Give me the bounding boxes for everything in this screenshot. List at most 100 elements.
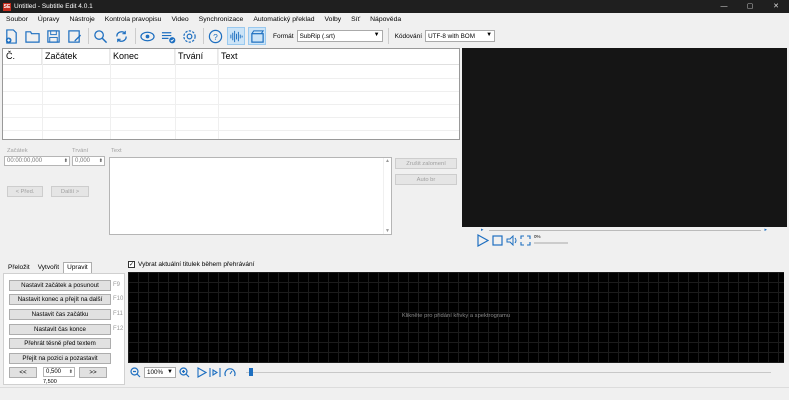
subtitle-text-input[interactable]: ▲ ▼ (109, 157, 392, 235)
spell-check-icon[interactable] (159, 27, 177, 45)
seek-amount-value: 0,500 (46, 369, 62, 375)
set-end-and-go-next-button[interactable]: Nastavit konec a přejít na další (9, 294, 111, 305)
menu-synchronizace[interactable]: Synchronizace (199, 16, 244, 23)
next-button[interactable]: Další > (51, 186, 89, 197)
save-icon[interactable] (44, 27, 62, 45)
menu-video[interactable]: Video (171, 16, 188, 23)
toolbar: ? Formát SubRip (.srt) ▼ Kódování UTF-8 w… (0, 26, 789, 46)
menu-upravy[interactable]: Úpravy (38, 16, 60, 23)
play-before-text-button[interactable]: Přehrát těsně před textem (9, 338, 111, 349)
set-start-time-button[interactable]: Nastavit čas začátku (9, 309, 111, 320)
subtitle-editor: Začátek Trvání Text 00:00:00,000 ⬍ 0,000 ⬍… (2, 146, 460, 251)
unbreak-button[interactable]: Zrušit zalomení (395, 158, 457, 169)
save-as-icon[interactable] (65, 27, 83, 45)
play-icon[interactable] (476, 234, 489, 247)
prev-button[interactable]: < Před. (7, 186, 43, 197)
shortcut-f9: F9 (113, 282, 121, 288)
zoom-in-icon[interactable] (179, 367, 190, 378)
video-seekbar[interactable]: ▸ ▸ (481, 227, 767, 233)
grid-header: Č. Začátek Konec Trvání Text (3, 49, 459, 65)
column-end[interactable]: Konec (110, 49, 175, 64)
set-start-and-offset-button[interactable]: Nastavit začátek a posunout (9, 280, 111, 291)
column-duration[interactable]: Trvání (175, 49, 218, 64)
video-toggle-icon[interactable] (248, 27, 266, 45)
position-thumb[interactable] (249, 368, 253, 376)
auto-break-button[interactable]: Auto br (395, 174, 457, 185)
seek-back-button[interactable]: << (9, 367, 37, 378)
open-folder-icon[interactable] (23, 27, 41, 45)
column-text[interactable]: Text (218, 49, 459, 64)
menu-soubor[interactable]: Soubor (6, 16, 28, 23)
menu-sit[interactable]: Síť (351, 16, 360, 23)
seek-second-value[interactable]: 7,500 (43, 379, 57, 385)
spinner-arrows-icon[interactable]: ⬍ (99, 157, 103, 166)
player-controls: 0% (476, 234, 568, 247)
settings-gear-icon[interactable] (180, 27, 198, 45)
encoding-dropdown[interactable]: UTF-8 with BOM ▼ (425, 30, 496, 42)
waveform-area[interactable]: Klikněte pro přidání křivky a spektrogra… (128, 272, 784, 363)
duration-value: 0,000 (75, 158, 91, 164)
replace-icon[interactable] (112, 27, 130, 45)
stop-icon[interactable] (492, 235, 503, 246)
menu-napoveda[interactable]: Nápověda (370, 16, 401, 23)
play-selection-icon[interactable] (209, 367, 221, 378)
seek-amount-input[interactable]: 0,500 ⬍ (43, 367, 75, 377)
chevron-down-icon: ▼ (373, 32, 380, 38)
waveform-hint: Klikněte pro přidání křivky a spektrogra… (401, 313, 511, 319)
tab-create[interactable]: Vytvořit (34, 262, 63, 273)
spinner-arrows-icon[interactable]: ⬍ (69, 368, 73, 377)
zoom-out-icon[interactable] (130, 367, 141, 378)
minimize-button[interactable]: — (711, 0, 737, 13)
new-file-icon[interactable] (2, 27, 20, 45)
seek-forward-button[interactable]: >> (79, 367, 107, 378)
video-player[interactable] (462, 48, 787, 227)
playback-speed-icon[interactable] (224, 367, 236, 378)
zoom-dropdown[interactable]: 100% ▼ (144, 367, 176, 378)
menu-volby[interactable]: Volby (325, 16, 342, 23)
volume-track (534, 241, 568, 244)
chevron-down-icon: ▼ (167, 369, 173, 375)
menu-kontrola-pravopisu[interactable]: Kontrola pravopisu (105, 16, 162, 23)
go-to-position-pause-button[interactable]: Přejít na pozici a pozastavit (9, 353, 111, 364)
volume-slider[interactable]: 0% (534, 234, 568, 246)
menu-bar: Soubor Úpravy Nástroje Kontrola pravopis… (0, 13, 789, 26)
duration-input[interactable]: 0,000 ⬍ (72, 156, 105, 166)
format-value: SubRip (.srt) (299, 32, 335, 40)
set-end-time-button[interactable]: Nastavit čas konce (9, 324, 111, 335)
start-time-input[interactable]: 00:00:00,000 ⬍ (4, 156, 70, 166)
start-label: Začátek (7, 148, 28, 154)
text-label: Text (111, 148, 122, 154)
play-icon[interactable] (196, 367, 207, 378)
scroll-down-icon[interactable]: ▼ (385, 228, 390, 234)
column-start[interactable]: Začátek (42, 49, 110, 64)
waveform-toggle-icon[interactable] (227, 27, 245, 45)
select-current-checkbox[interactable]: ✓ Vybrat aktuální titulek během přehrává… (128, 261, 254, 268)
subtitle-grid[interactable]: Č. Začátek Konec Trvání Text (2, 48, 460, 140)
column-number[interactable]: Č. (3, 49, 42, 64)
maximize-button[interactable]: ▢ (737, 0, 763, 13)
volume-icon[interactable] (506, 235, 518, 246)
status-bar (0, 387, 789, 400)
visual-sync-icon[interactable] (138, 27, 156, 45)
scroll-up-icon[interactable]: ▲ (385, 158, 390, 164)
tab-adjust[interactable]: Upravit (63, 262, 92, 273)
search-icon[interactable] (91, 27, 109, 45)
seek-end-marker: ▸ (764, 227, 767, 233)
menu-automaticky-preklad[interactable]: Automatický překlad (253, 16, 314, 23)
waveform-position-slider[interactable] (246, 367, 771, 378)
close-button[interactable]: ✕ (763, 0, 789, 13)
help-icon[interactable]: ? (206, 27, 224, 45)
chevron-down-icon: ▼ (486, 32, 493, 38)
menu-nastroje[interactable]: Nástroje (69, 16, 94, 23)
svg-text:?: ? (213, 31, 218, 41)
position-track (246, 372, 771, 373)
spinner-arrows-icon[interactable]: ⬍ (64, 157, 68, 166)
fullscreen-icon[interactable] (520, 235, 531, 246)
adjust-panel: Nastavit začátek a posunout F9 Nastavit … (3, 273, 125, 385)
seek-track (489, 230, 761, 231)
text-scrollbar[interactable]: ▲ ▼ (383, 158, 391, 234)
checkbox-checked-icon[interactable]: ✓ (128, 261, 135, 268)
tab-translate[interactable]: Přeložit (4, 262, 34, 273)
format-dropdown[interactable]: SubRip (.srt) ▼ (296, 30, 383, 42)
format-label: Formát (273, 32, 294, 40)
